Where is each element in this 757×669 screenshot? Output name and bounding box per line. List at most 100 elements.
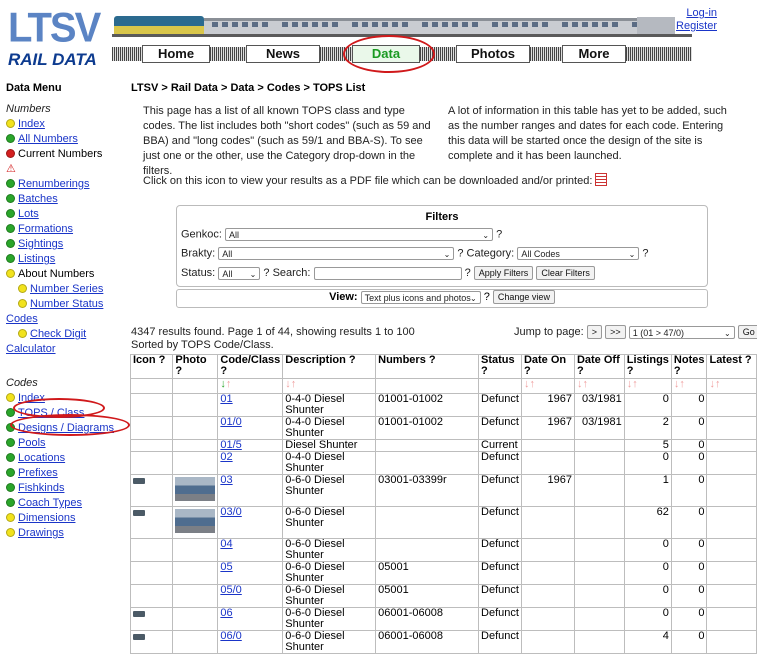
sort-arrows-row: ↓↑ ↓↑ ↓↑ ↓↑ ↓↑ ↓↑ ↓↑ <box>129 378 757 394</box>
sidebar-item-sightings[interactable]: Sightings <box>6 237 103 252</box>
sidebar-link[interactable]: Fishkinds <box>18 482 64 494</box>
sidebar-link[interactable]: All Numbers <box>18 133 78 145</box>
sidebar-item-locations[interactable]: Locations <box>6 451 114 466</box>
sidebar-item-codes[interactable]: Codes <box>6 312 103 327</box>
login-link[interactable]: Log-in <box>676 7 717 20</box>
code-link[interactable]: 03 <box>220 474 232 486</box>
search-input[interactable] <box>313 266 462 280</box>
sidebar-link[interactable]: Pools <box>18 437 46 449</box>
sidebar-item-batches[interactable]: Batches <box>6 192 103 207</box>
col-header-numbers[interactable]: Numbers ? <box>375 354 480 379</box>
sort-desc-icon[interactable]: ↑ <box>582 378 588 390</box>
help-icon[interactable]: ? <box>496 228 502 240</box>
sidebar-item-drawings[interactable]: Drawings <box>6 526 114 541</box>
nav-more[interactable]: More <box>562 45 626 63</box>
code-link[interactable]: 03/0 <box>220 506 241 518</box>
code-link[interactable]: 06 <box>220 607 232 619</box>
help-icon[interactable]: ? <box>263 267 269 279</box>
sidebar-item-prefixes[interactable]: Prefixes <box>6 466 114 481</box>
sidebar-link[interactable]: Number Series <box>30 283 103 295</box>
sidebar-link[interactable]: Listings <box>18 253 55 265</box>
sidebar-item-all-numbers[interactable]: All Numbers <box>6 132 103 147</box>
sort-desc-icon[interactable]: ↑ <box>529 378 535 390</box>
category-select[interactable]: All Codes ⌄ <box>517 247 640 260</box>
sidebar-item-listings[interactable]: Listings <box>6 252 103 267</box>
nav-photos[interactable]: Photos <box>456 45 530 63</box>
sidebar-link[interactable]: Formations <box>18 223 73 235</box>
sidebar-item-formations[interactable]: Formations <box>6 222 103 237</box>
locomotive-photo-thumbnail[interactable] <box>175 477 216 501</box>
code-link[interactable]: 01/0 <box>220 416 241 428</box>
nav-news[interactable]: News <box>246 45 320 63</box>
sidebar-item-renumberings[interactable]: Renumberings <box>6 177 103 192</box>
help-icon[interactable]: ? <box>465 267 471 279</box>
brakty-select[interactable]: All ⌄ <box>218 247 455 260</box>
sidebar-link[interactable]: Locations <box>18 452 65 464</box>
sidebar-link[interactable]: Drawings <box>18 527 64 539</box>
sidebar-item-fishkinds[interactable]: Fishkinds <box>6 481 114 496</box>
sidebar-item-lots[interactable]: Lots <box>6 207 103 222</box>
sidebar-item-pools[interactable]: Pools <box>6 436 114 451</box>
code-link[interactable]: 05 <box>220 561 232 573</box>
sidebar-link[interactable]: Number Status <box>30 298 103 310</box>
col-header-code[interactable]: Code/Class ? <box>217 354 284 379</box>
code-link[interactable]: 01/5 <box>220 439 241 451</box>
sidebar-item-calculator[interactable]: Calculator <box>6 342 103 357</box>
sidebar-link[interactable]: Batches <box>18 193 58 205</box>
locomotive-photo-thumbnail[interactable] <box>175 509 216 533</box>
col-header-description[interactable]: Description ? <box>282 354 377 379</box>
site-logo[interactable]: LTSV RAIL DATA <box>6 6 110 72</box>
sort-desc-icon[interactable]: ↑ <box>715 378 721 390</box>
sidebar-item-index[interactable]: Index <box>6 117 103 132</box>
sort-desc-icon[interactable]: ↑ <box>226 378 232 390</box>
sidebar-item-number-series[interactable]: Number Series <box>6 282 103 297</box>
sort-desc-icon[interactable]: ↑ <box>632 378 638 390</box>
sidebar-link[interactable]: Check Digit <box>30 328 86 340</box>
col-header-notes[interactable]: Notes ? <box>670 354 708 379</box>
code-link[interactable]: 06/0 <box>220 630 241 642</box>
last-page-button[interactable]: >> <box>605 325 626 339</box>
sidebar-item-check-digit[interactable]: Check Digit <box>6 327 103 342</box>
code-link[interactable]: 01 <box>220 393 232 405</box>
sidebar-link[interactable]: Codes <box>6 313 38 325</box>
sidebar-link[interactable]: Renumberings <box>18 178 90 190</box>
apply-filters-button[interactable]: Apply Filters <box>473 266 534 280</box>
sidebar-link[interactable]: Sightings <box>18 238 63 250</box>
col-header-latest[interactable]: Latest ? <box>706 354 757 379</box>
sidebar-link[interactable]: Prefixes <box>18 467 58 479</box>
col-header-status[interactable]: Status ? <box>478 354 522 379</box>
code-link[interactable]: 02 <box>220 451 232 463</box>
sidebar-link[interactable]: Dimensions <box>18 512 75 524</box>
nav-home[interactable]: Home <box>142 45 210 63</box>
sidebar-link[interactable]: Coach Types <box>18 497 82 509</box>
help-icon[interactable]: ? <box>457 247 463 259</box>
sidebar-link[interactable]: Index <box>18 118 45 130</box>
col-header-listings[interactable]: Listings ? <box>623 354 672 379</box>
pdf-icon[interactable] <box>595 173 608 186</box>
code-link[interactable]: 04 <box>220 538 232 550</box>
view-select[interactable]: Text plus icons and photos ⌄ <box>360 290 481 304</box>
genkoc-select[interactable]: All ⌄ <box>225 228 494 241</box>
sort-desc-icon[interactable]: ↑ <box>291 378 297 390</box>
clear-filters-button[interactable]: Clear Filters <box>536 266 595 280</box>
col-header-date-on[interactable]: Date On ? <box>520 354 575 379</box>
col-header-icon[interactable]: Icon ? <box>129 354 174 379</box>
page-select[interactable]: 1 (01 > 47/0) ⌄ <box>628 325 735 339</box>
sidebar-link[interactable]: Calculator <box>6 343 56 355</box>
help-icon[interactable]: ? <box>484 291 490 303</box>
sidebar-item-dimensions[interactable]: Dimensions <box>6 511 114 526</box>
next-page-button[interactable]: > <box>586 325 603 339</box>
col-header-photo[interactable]: Photo ? <box>172 354 219 379</box>
sidebar-item-number-status[interactable]: Number Status <box>6 297 103 312</box>
sidebar-link[interactable]: Lots <box>18 208 39 220</box>
help-icon[interactable]: ? <box>642 247 648 259</box>
results-summary: 4347 results found. Page 1 of 44, showin… <box>131 326 415 352</box>
sidebar-item-coach-types[interactable]: Coach Types <box>6 496 114 511</box>
register-link[interactable]: Register <box>676 20 717 33</box>
change-view-button[interactable]: Change view <box>492 290 555 305</box>
code-link[interactable]: 05/0 <box>220 584 241 596</box>
go-button[interactable]: Go <box>737 325 757 339</box>
col-header-date-off[interactable]: Date Off ? <box>573 354 625 379</box>
sort-desc-icon[interactable]: ↑ <box>679 378 685 390</box>
status-select[interactable]: All ⌄ <box>218 266 261 280</box>
